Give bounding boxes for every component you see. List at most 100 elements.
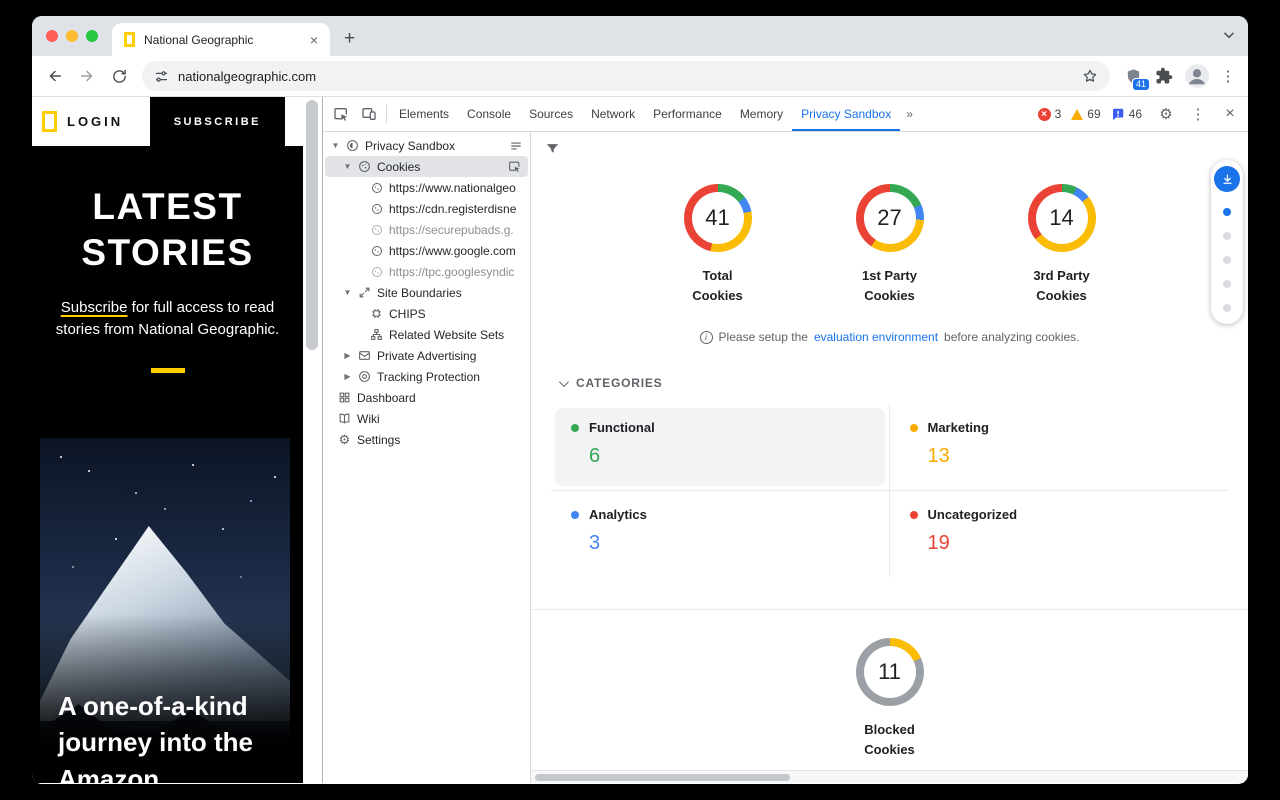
filter-funnel-icon[interactable] xyxy=(545,141,560,156)
page-scrollbar[interactable] xyxy=(303,97,322,783)
extensions-puzzle-icon[interactable] xyxy=(1150,67,1178,85)
privacy-sandbox-tree: ▼ Privacy Sandbox ▼ xyxy=(323,132,531,783)
tree-item-cookie-url[interactable]: https://cdn.registerdisne xyxy=(323,198,530,219)
login-button[interactable]: LOGIN xyxy=(67,114,123,129)
scrollbar-thumb[interactable] xyxy=(306,100,318,350)
analytics-label: Analytics xyxy=(589,507,647,522)
inspect-element-icon[interactable] xyxy=(327,100,355,128)
tree-item-tracking-protection[interactable]: ▶ Tracking Protection xyxy=(323,366,530,387)
close-window-button[interactable] xyxy=(46,30,58,42)
section-dot-active[interactable] xyxy=(1223,208,1231,216)
issues-count[interactable]: 46 xyxy=(1111,107,1142,121)
horizontal-scrollbar[interactable] xyxy=(531,770,1248,783)
mountain-photo[interactable]: A one-of-a-kind journey into the Amazon xyxy=(40,438,290,783)
first-party-cookies-value: 27 xyxy=(877,205,901,231)
category-marketing[interactable]: Marketing 13 xyxy=(890,404,1229,491)
minimize-window-button[interactable] xyxy=(66,30,78,42)
cookie-icon xyxy=(369,222,384,237)
devtools-tabs: Elements Console Sources Network Perform… xyxy=(390,97,919,131)
more-tabs-button[interactable]: » xyxy=(900,97,919,131)
url-text[interactable]: nationalgeographic.com xyxy=(178,69,316,84)
tree-item-dashboard[interactable]: Dashboard xyxy=(323,387,530,408)
categories-grid: Functional 6 Marketing 1 xyxy=(551,404,1228,577)
tree-item-privacy-sandbox[interactable]: ▼ Privacy Sandbox xyxy=(323,135,530,156)
tab-performance[interactable]: Performance xyxy=(644,97,731,131)
subscribe-button[interactable]: SUBSCRIBE xyxy=(150,97,285,146)
devtools-close-icon[interactable]: × xyxy=(1216,100,1244,128)
third-party-cookies-donut[interactable]: 14 xyxy=(1028,184,1096,252)
natgeo-hero: LATEST STORIES Subscribe for full access… xyxy=(32,146,303,438)
tree-item-wiki[interactable]: Wiki xyxy=(323,408,530,429)
expander-icon[interactable]: ▼ xyxy=(343,162,352,171)
tree-item-site-boundaries[interactable]: ▼ Site Boundaries xyxy=(323,282,530,303)
story-title[interactable]: A one-of-a-kind journey into the Amazon xyxy=(58,688,253,783)
site-settings-icon[interactable] xyxy=(154,69,169,84)
forward-button[interactable] xyxy=(72,61,102,91)
tree-item-cookie-url[interactable]: https://tpc.googlesyndic xyxy=(323,261,530,282)
category-functional[interactable]: Functional 6 xyxy=(551,404,890,491)
window-controls xyxy=(32,16,112,56)
picker-icon[interactable] xyxy=(508,160,521,173)
evaluation-environment-link[interactable]: evaluation environment xyxy=(814,330,938,344)
expander-icon[interactable]: ▼ xyxy=(343,288,352,297)
tree-menu-icon[interactable] xyxy=(509,139,523,153)
expander-icon[interactable]: ▶ xyxy=(343,351,352,360)
download-report-button[interactable] xyxy=(1214,166,1240,192)
section-dot[interactable] xyxy=(1223,304,1231,312)
tree-item-cookies[interactable]: ▼ Cookies xyxy=(325,156,528,177)
reload-button[interactable] xyxy=(104,61,134,91)
subscribe-link[interactable]: Subscribe xyxy=(61,299,128,316)
tab-elements[interactable]: Elements xyxy=(390,97,458,131)
natgeo-logo[interactable] xyxy=(42,111,57,132)
expander-icon[interactable]: ▼ xyxy=(331,141,340,150)
yellow-divider xyxy=(151,368,185,373)
marketing-dot xyxy=(910,424,918,432)
tree-item-chips[interactable]: CHIPS xyxy=(323,303,530,324)
tree-item-cookie-url[interactable]: https://www.google.com xyxy=(323,240,530,261)
tree-item-related-website-sets[interactable]: Related Website Sets xyxy=(323,324,530,345)
tree-item-private-advertising[interactable]: ▶ Private Advertising xyxy=(323,345,530,366)
section-dot[interactable] xyxy=(1223,232,1231,240)
blocked-cookies-donut[interactable]: 11 xyxy=(856,638,924,706)
advertising-icon xyxy=(357,348,372,363)
new-tab-button[interactable]: + xyxy=(330,28,369,56)
cookie-extension-icon[interactable]: 41 xyxy=(1118,61,1148,91)
total-cookies-label: Total Cookies xyxy=(692,266,743,306)
tree-item-cookie-url[interactable]: https://www.nationalgeo xyxy=(323,177,530,198)
horizontal-scrollbar-thumb[interactable] xyxy=(535,774,790,781)
warning-count[interactable]: 69 xyxy=(1071,107,1100,121)
device-toolbar-icon[interactable] xyxy=(355,100,383,128)
category-analytics[interactable]: Analytics 3 xyxy=(551,491,890,577)
expander-icon[interactable]: ▶ xyxy=(343,372,352,381)
total-cookies-donut[interactable]: 41 xyxy=(684,184,752,252)
tracking-protection-icon xyxy=(357,369,372,384)
first-party-cookies-donut[interactable]: 27 xyxy=(856,184,924,252)
back-button[interactable] xyxy=(40,61,70,91)
categories-header[interactable]: CATEGORIES xyxy=(531,376,1248,390)
address-bar[interactable]: nationalgeographic.com xyxy=(142,61,1110,91)
blocked-cookies-value: 11 xyxy=(878,659,901,685)
section-dot[interactable] xyxy=(1223,256,1231,264)
bookmark-star-icon[interactable] xyxy=(1082,68,1098,84)
browser-tab[interactable]: National Geographic × xyxy=(112,23,330,56)
browser-menu-icon[interactable]: ⋮ xyxy=(1216,67,1240,85)
stars-decoration xyxy=(60,456,62,458)
tab-close-icon[interactable]: × xyxy=(306,32,322,48)
tree-item-cookie-url[interactable]: https://securepubads.g. xyxy=(323,219,530,240)
devtools-menu-icon[interactable]: ⋮ xyxy=(1184,100,1212,128)
tab-network[interactable]: Network xyxy=(582,97,644,131)
tab-search-icon[interactable] xyxy=(1222,28,1236,42)
zoom-window-button[interactable] xyxy=(86,30,98,42)
tab-sources[interactable]: Sources xyxy=(520,97,582,131)
tab-memory[interactable]: Memory xyxy=(731,97,792,131)
profile-avatar[interactable] xyxy=(1184,63,1210,89)
tree-item-settings[interactable]: ⚙ Settings xyxy=(323,429,530,450)
issues-icon xyxy=(1111,107,1125,121)
third-party-cookies-label: 3rd Party Cookies xyxy=(1033,266,1089,306)
tab-console[interactable]: Console xyxy=(458,97,520,131)
tab-privacy-sandbox[interactable]: Privacy Sandbox xyxy=(792,97,900,131)
section-dot[interactable] xyxy=(1223,280,1231,288)
error-count[interactable]: × 3 xyxy=(1038,107,1062,121)
category-uncategorized[interactable]: Uncategorized 19 xyxy=(890,491,1229,577)
devtools-settings-icon[interactable]: ⚙ xyxy=(1152,100,1180,128)
